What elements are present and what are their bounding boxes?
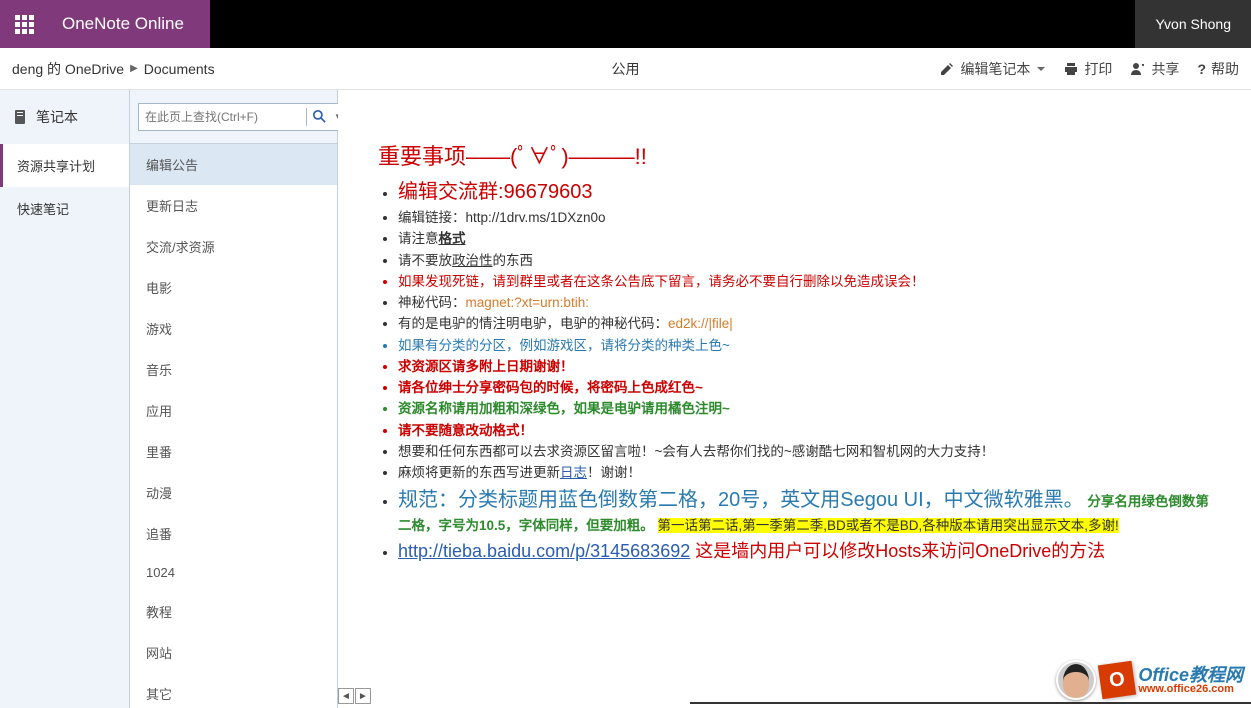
section-nav-arrows: ◄ ►: [338, 688, 371, 704]
print-button[interactable]: 打印: [1063, 59, 1112, 79]
section-item[interactable]: 应用: [130, 390, 337, 431]
avatar-icon: [1056, 660, 1096, 700]
line-category: 如果有分类的分区，例如游戏区，请将分类的种类上色~: [398, 336, 1211, 356]
notebook-status: 公用: [612, 59, 640, 79]
section-item[interactable]: 其它: [130, 673, 337, 708]
section-item[interactable]: 交流/求资源: [130, 226, 337, 267]
line-changelog: 麻烦将更新的东西写进更新日志！谢谢！: [398, 463, 1211, 483]
line-deadlink: 如果发现死链，请到群里或者在这条公告底下留言，请务必不要自行删除以免造成误会！: [398, 272, 1211, 292]
section-item[interactable]: 游戏: [130, 308, 337, 349]
section-sidebar: ▼ 编辑公告更新日志交流/求资源电影游戏音乐应用里番动漫追番1024教程网站其它: [130, 90, 338, 708]
line-hosts-link: http://tieba.baidu.com/p/3145683692 这是墙内…: [398, 538, 1211, 565]
section-item[interactable]: 编辑公告: [130, 144, 337, 185]
breadcrumb: deng 的 OneDrive ▶ Documents: [12, 59, 215, 79]
bottom-bar: [690, 702, 1251, 708]
line-political: 请不要放政治性的东西: [398, 251, 1211, 271]
breadcrumb-root[interactable]: deng 的 OneDrive: [12, 59, 124, 79]
user-name[interactable]: Yvon Shong: [1135, 0, 1251, 48]
search-input[interactable]: [139, 110, 306, 124]
command-bar: deng 的 OneDrive ▶ Documents 公用 编辑笔记本 打印 …: [0, 48, 1251, 90]
line-ed2k: 有的是电驴的情注明电驴，电驴的神秘代码：ed2k://|file|: [398, 314, 1211, 334]
notebook-sidebar: 笔记本 资源共享计划快速笔记: [0, 90, 130, 708]
line-request: 想要和任何东西都可以去求资源区留言啦！~会有人去帮你们找的~感谢酷七网和智机网的…: [398, 442, 1211, 462]
app-launcher-button[interactable]: [0, 0, 48, 48]
line-format: 请注意格式: [398, 229, 1211, 249]
hosts-link[interactable]: http://tieba.baidu.com/p/3145683692: [398, 541, 690, 561]
search-box: ▼: [138, 103, 346, 131]
line-magnet: 神秘代码：magnet:?xt=urn:btih:: [398, 293, 1211, 313]
search-icon: [313, 110, 326, 123]
search-button[interactable]: [307, 110, 331, 123]
person-plus-icon: [1130, 61, 1146, 77]
chevron-right-icon: ▶: [130, 63, 138, 74]
notebook-label: 笔记本: [36, 107, 78, 127]
line-date: 求资源区请多附上日期谢谢！: [398, 357, 1211, 377]
section-item[interactable]: 教程: [130, 591, 337, 632]
section-item[interactable]: 动漫: [130, 472, 337, 513]
pencil-icon: [939, 61, 955, 77]
line-noformat: 请不要随意改动格式！: [398, 421, 1211, 441]
section-item[interactable]: 1024: [130, 554, 337, 591]
notebook-header[interactable]: 笔记本: [0, 90, 129, 144]
edit-notebook-button[interactable]: 编辑笔记本: [939, 59, 1045, 79]
note-title: 重要事项——(ﾟ∀ﾟ)———!!: [378, 140, 1211, 173]
app-name[interactable]: OneNote Online: [48, 0, 210, 48]
waffle-icon: [15, 15, 34, 34]
line-password: 请各位绅士分享密码包的时候，将密码上色成红色~: [398, 378, 1211, 398]
section-item[interactable]: 音乐: [130, 349, 337, 390]
line-group: 编辑交流群:96679603: [398, 177, 1211, 207]
section-item[interactable]: 更新日志: [130, 185, 337, 226]
section-item[interactable]: 里番: [130, 431, 337, 472]
line-edit-link: 编辑链接：http://1drv.ms/1DXzn0o: [398, 208, 1211, 228]
notebook-icon: [12, 109, 28, 125]
notebook-nav-item[interactable]: 资源共享计划: [0, 144, 129, 187]
printer-icon: [1063, 61, 1079, 77]
note-content[interactable]: 重要事项——(ﾟ∀ﾟ)———!! 编辑交流群:96679603 编辑链接：htt…: [338, 90, 1251, 708]
share-button[interactable]: 共享: [1130, 59, 1179, 79]
title-bar: OneNote Online Yvon Shong: [0, 0, 1251, 48]
section-item[interactable]: 电影: [130, 267, 337, 308]
notebook-nav-item[interactable]: 快速笔记: [0, 187, 129, 230]
breadcrumb-current[interactable]: Documents: [144, 61, 215, 77]
prev-section-button[interactable]: ◄: [338, 688, 354, 704]
section-item[interactable]: 网站: [130, 632, 337, 673]
office-logo-icon: O: [1098, 661, 1136, 699]
section-item[interactable]: 追番: [130, 513, 337, 554]
question-icon: ?: [1197, 61, 1206, 77]
next-section-button[interactable]: ►: [355, 688, 371, 704]
help-button[interactable]: ? 帮助: [1197, 59, 1239, 79]
line-spec: 规范：分类标题用蓝色倒数第二格，20号，英文用Segou UI，中文微软雅黑。 …: [398, 484, 1211, 536]
watermark: O Office教程网 www.office26.com: [1056, 660, 1243, 700]
line-resname: 资源名称请用加粗和深绿色，如果是电驴请用橘色注明~: [398, 399, 1211, 419]
